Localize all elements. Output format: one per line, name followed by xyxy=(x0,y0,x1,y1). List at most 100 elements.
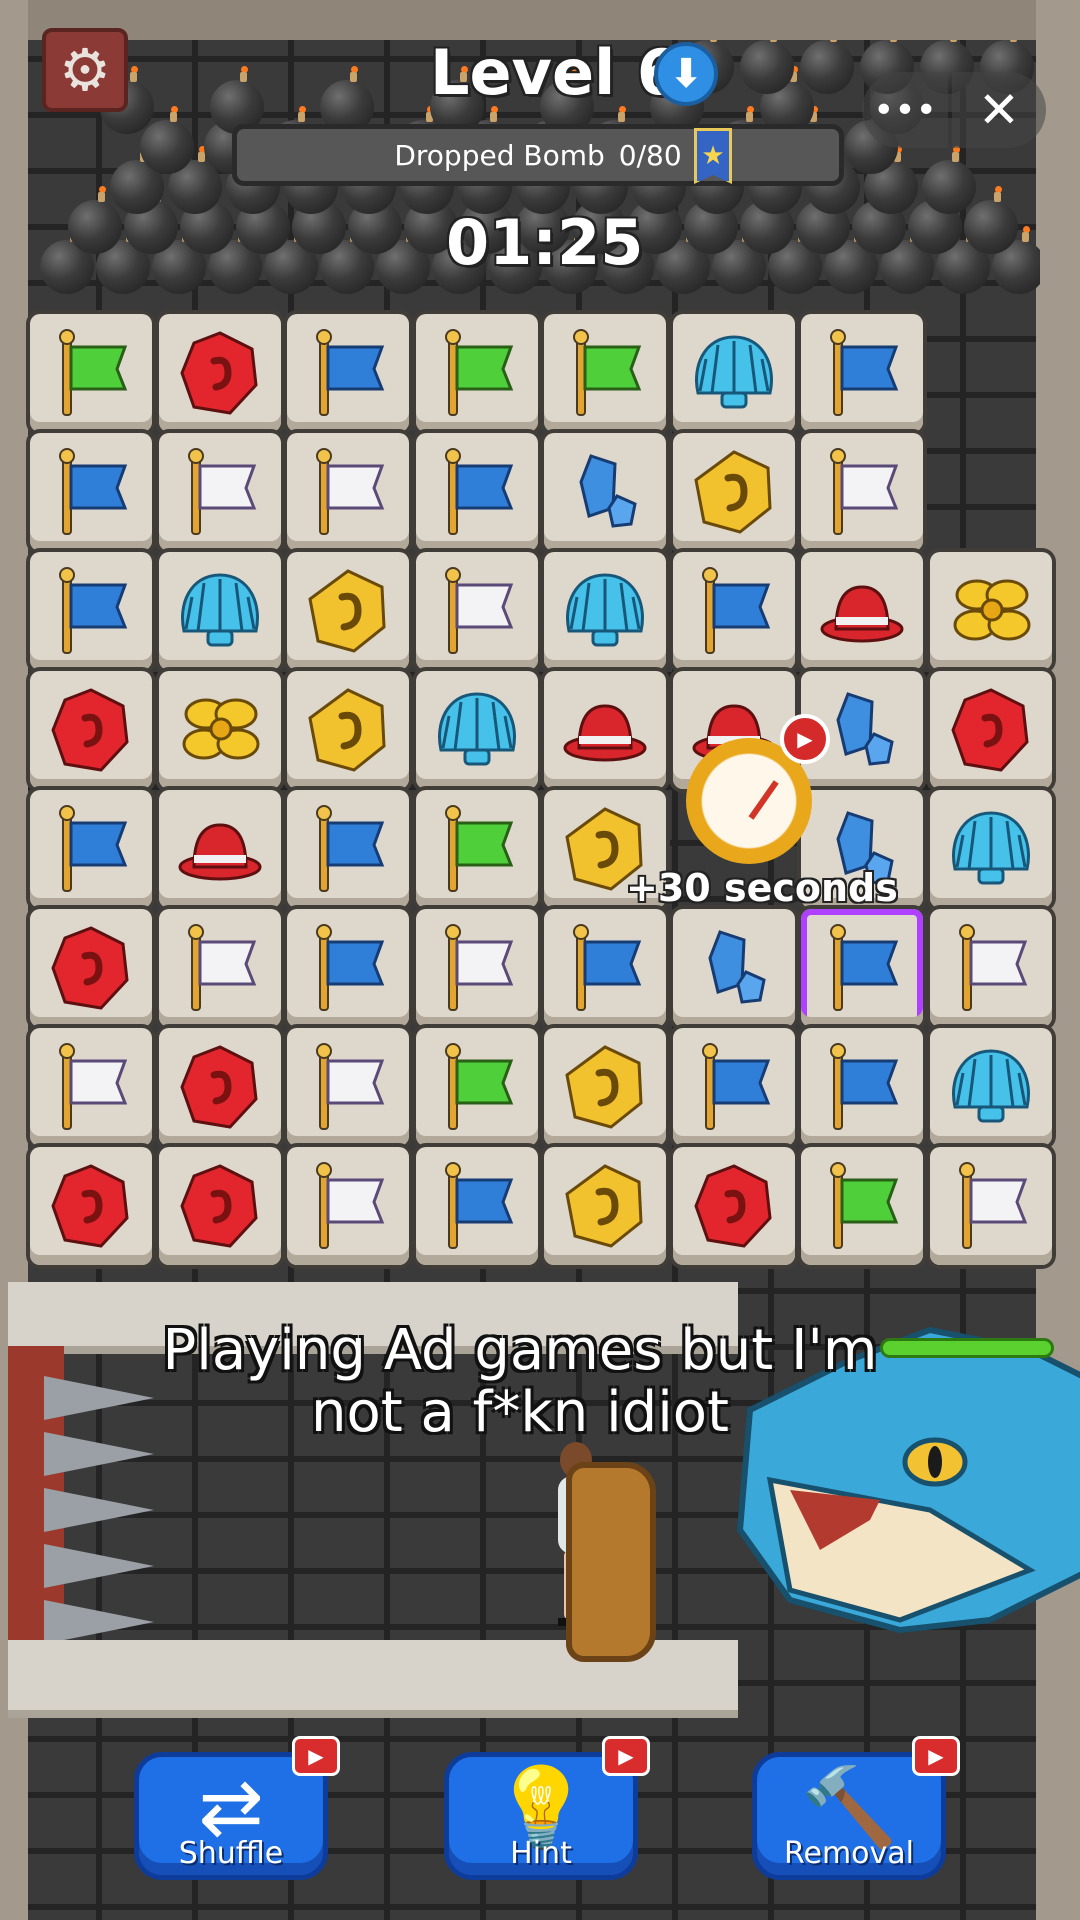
tile-red-hat[interactable] xyxy=(544,671,666,789)
tile-red-gem[interactable] xyxy=(930,671,1052,789)
tile-red-hat[interactable] xyxy=(801,552,923,670)
tile-white-flag[interactable] xyxy=(287,433,409,551)
caption-line-2: not a f*kn idiot xyxy=(311,1380,729,1445)
tile-shell[interactable] xyxy=(159,552,281,670)
tile-blue-flag[interactable] xyxy=(287,790,409,908)
white-flag-icon xyxy=(316,1162,385,1249)
yellow-flower-icon xyxy=(953,579,1031,641)
tile-white-flag[interactable] xyxy=(930,1147,1052,1265)
tile-white-flag[interactable] xyxy=(30,1028,152,1146)
tile-gold-coin[interactable] xyxy=(287,552,409,670)
green-flag-icon xyxy=(830,1162,899,1249)
tile-red-hat[interactable] xyxy=(159,790,281,908)
tile-white-flag[interactable] xyxy=(287,1028,409,1146)
gear-icon: ⚙ xyxy=(59,36,111,104)
bomb-icon xyxy=(964,186,1018,254)
countdown-timer: 01:25 xyxy=(446,206,644,279)
green-flag-icon xyxy=(573,329,642,416)
more-options-button[interactable]: ••• xyxy=(862,72,948,148)
removal-label: Removal xyxy=(783,1836,914,1871)
tile-gold-coin[interactable] xyxy=(287,671,409,789)
tile-green-flag[interactable] xyxy=(544,314,666,432)
tile-red-gem[interactable] xyxy=(159,314,281,432)
level-title: Level 6 xyxy=(430,36,680,109)
close-button[interactable]: ✕ xyxy=(952,72,1046,148)
bomb-progress-bar: Dropped Bomb 0/80 xyxy=(232,124,844,186)
tile-green-flag[interactable] xyxy=(801,1147,923,1265)
tile-red-gem[interactable] xyxy=(159,1147,281,1265)
tile-blue-flag[interactable] xyxy=(416,433,538,551)
white-flag-icon xyxy=(316,1043,385,1130)
tile-shell[interactable] xyxy=(416,671,538,789)
tile-blue-flag[interactable] xyxy=(30,790,152,908)
tile-green-flag[interactable] xyxy=(416,790,538,908)
tile-green-flag[interactable] xyxy=(416,314,538,432)
tile-blue-flag[interactable] xyxy=(287,909,409,1027)
tile-blue-flag[interactable] xyxy=(416,1147,538,1265)
tile-shell[interactable] xyxy=(544,552,666,670)
red-gem-icon xyxy=(51,926,129,1010)
red-gem-icon xyxy=(694,1164,772,1248)
tile-red-gem[interactable] xyxy=(30,671,152,789)
spike-icon xyxy=(44,1432,154,1476)
tile-white-flag[interactable] xyxy=(930,909,1052,1027)
tile-white-flag[interactable] xyxy=(159,909,281,1027)
tile-shell[interactable] xyxy=(930,1028,1052,1146)
blue-flag-icon xyxy=(316,329,385,416)
tile-blue-flag[interactable] xyxy=(801,1028,923,1146)
tile-white-flag[interactable] xyxy=(416,909,538,1027)
blue-flag-icon xyxy=(830,1043,899,1130)
red-gem-icon xyxy=(180,1045,258,1129)
green-flag-icon xyxy=(445,805,514,892)
tile-blue-flag[interactable] xyxy=(673,1028,795,1146)
tile-blue-flag[interactable] xyxy=(30,552,152,670)
tile-gold-coin[interactable] xyxy=(673,433,795,551)
tile-white-flag[interactable] xyxy=(159,433,281,551)
red-gem-icon xyxy=(180,1164,258,1248)
white-flag-icon xyxy=(188,448,257,535)
tile-white-flag[interactable] xyxy=(287,1147,409,1265)
down-arrow-icon: ⬇ xyxy=(654,42,718,106)
tile-blue-flag[interactable] xyxy=(544,909,666,1027)
tile-white-flag[interactable] xyxy=(801,433,923,551)
white-flag-icon xyxy=(959,1162,1028,1249)
green-flag-icon xyxy=(445,329,514,416)
settings-button[interactable]: ⚙ xyxy=(42,28,128,112)
tile-blue-crystal[interactable] xyxy=(673,909,795,1027)
tile-blue-flag[interactable] xyxy=(673,552,795,670)
tile-gold-coin[interactable] xyxy=(544,1028,666,1146)
blue-flag-icon xyxy=(830,329,899,416)
tile-shell[interactable] xyxy=(930,790,1052,908)
tile-yellow-flower[interactable] xyxy=(159,671,281,789)
tile-blue-flag[interactable] xyxy=(801,314,923,432)
tile-blue-flag[interactable] xyxy=(30,433,152,551)
video-ad-icon: ▶ xyxy=(602,1736,650,1776)
tile-red-gem[interactable] xyxy=(159,1028,281,1146)
blue-crystal-icon xyxy=(579,454,637,528)
gold-coin-icon xyxy=(308,688,386,772)
bonus-time-text: +30 seconds xyxy=(626,866,898,910)
blue-flag-icon xyxy=(573,924,642,1011)
shell-icon xyxy=(438,692,516,766)
tile-shell[interactable] xyxy=(673,314,795,432)
spike-icon xyxy=(44,1488,154,1532)
video-ad-icon: ▶ xyxy=(780,714,830,764)
gold-coin-icon xyxy=(308,569,386,653)
white-flag-icon xyxy=(959,924,1028,1011)
bomb-icon xyxy=(68,186,122,254)
tile-white-flag[interactable] xyxy=(416,552,538,670)
tile-green-flag[interactable] xyxy=(30,314,152,432)
spike-icon xyxy=(44,1376,154,1420)
blue-flag-icon xyxy=(59,448,128,535)
tile-red-gem[interactable] xyxy=(30,909,152,1027)
tile-gold-coin[interactable] xyxy=(544,1147,666,1265)
tile-red-gem[interactable] xyxy=(30,1147,152,1265)
wooden-shield xyxy=(566,1462,656,1662)
tile-green-flag[interactable] xyxy=(416,1028,538,1146)
tile-blue-flag[interactable] xyxy=(287,314,409,432)
red-gem-icon xyxy=(951,688,1029,772)
tile-yellow-flower[interactable] xyxy=(930,552,1052,670)
tile-blue-flag[interactable] xyxy=(801,909,923,1027)
tile-red-gem[interactable] xyxy=(673,1147,795,1265)
tile-blue-crystal[interactable] xyxy=(544,433,666,551)
